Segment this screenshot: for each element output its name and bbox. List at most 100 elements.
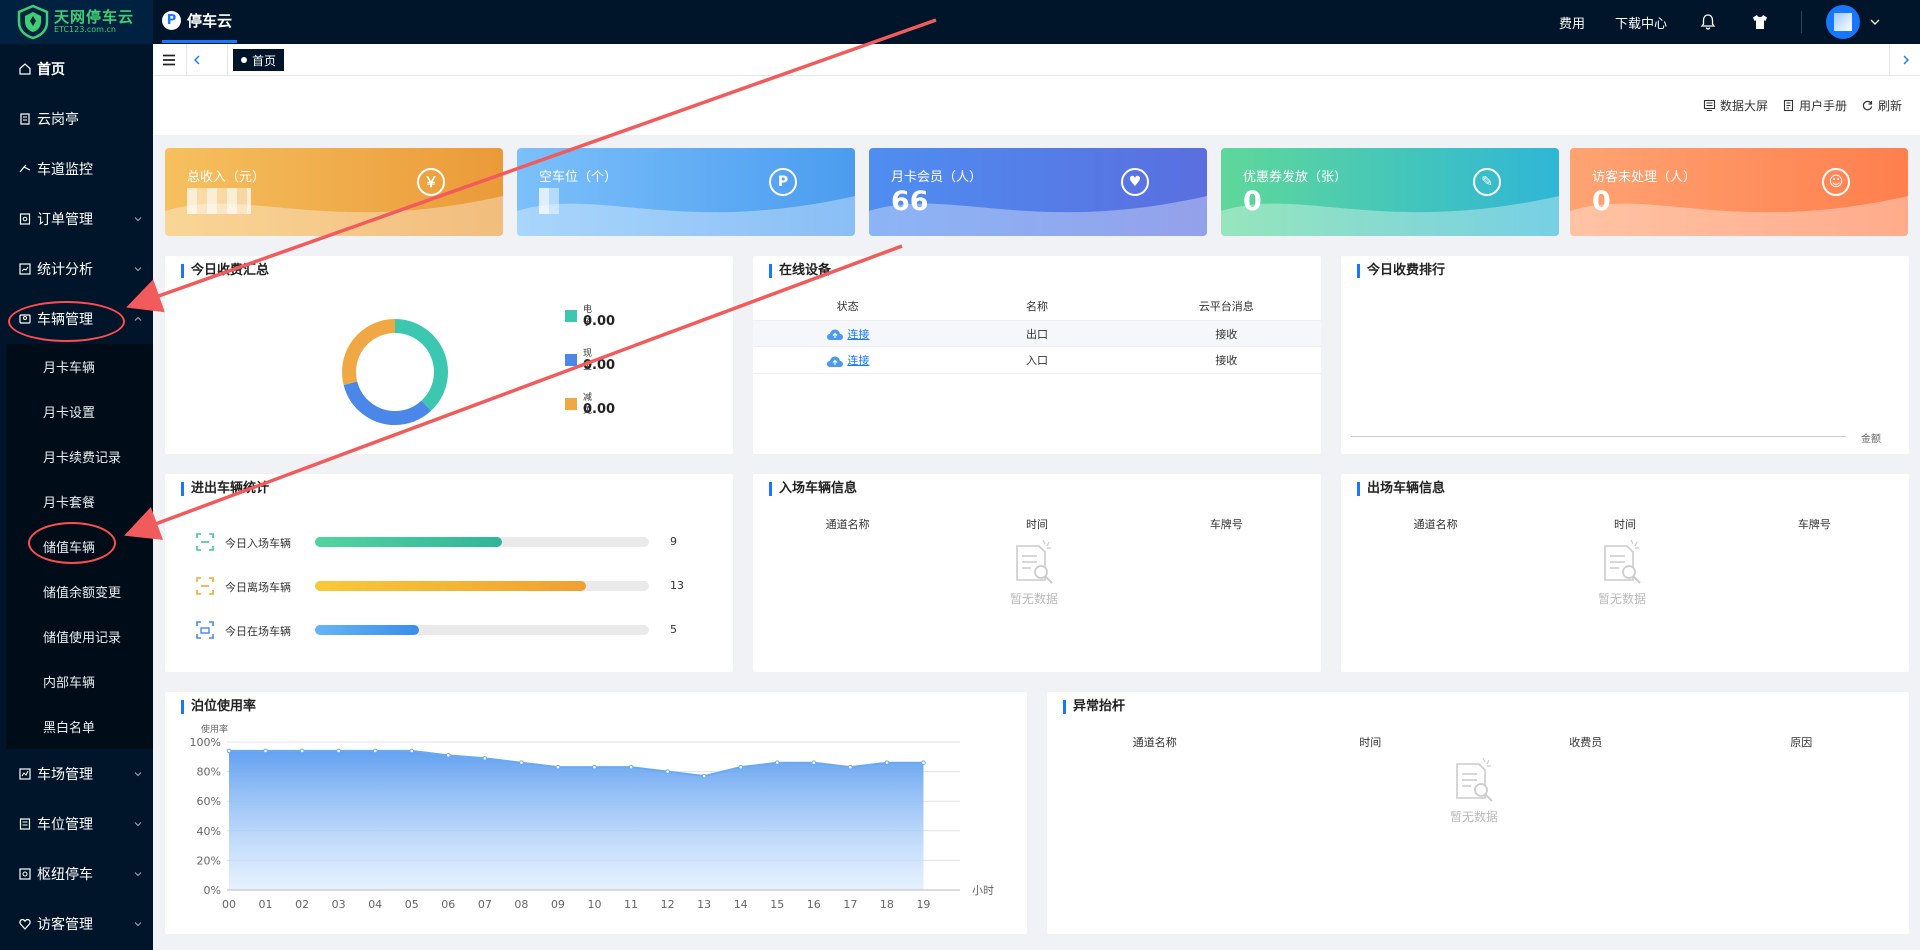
device-status-cell[interactable]: 连接 (753, 352, 942, 368)
chevron-right-icon[interactable] (1900, 50, 1912, 70)
scan-car-icon (196, 621, 214, 639)
sidebar-item-vehicle-management[interactable]: 车辆管理 (0, 294, 153, 344)
chevron-down-icon (134, 217, 142, 222)
submenu-monthly-vehicles[interactable]: 月卡车辆 (6, 344, 153, 389)
stat-value: 66 (891, 186, 929, 217)
tab-dot (241, 57, 247, 63)
avatar[interactable] (1826, 5, 1860, 39)
redacted-value (187, 188, 251, 214)
chevron-down-icon (134, 822, 142, 827)
table-row: 连接 出口 接收 (753, 320, 1321, 347)
hub-icon (19, 868, 31, 880)
legend-value: 0.00 (583, 314, 616, 329)
submenu-monthly-renewal-records[interactable]: 月卡续费记录 (6, 434, 153, 479)
order-icon (19, 213, 31, 225)
fee-link[interactable]: 费用 (1559, 13, 1585, 32)
submenu-monthly-packages[interactable]: 月卡套餐 (6, 479, 153, 524)
data-point (409, 748, 415, 754)
refresh-button[interactable]: 刷新 (1861, 97, 1902, 114)
chevron-down-icon (134, 872, 142, 877)
data-point (519, 760, 524, 766)
device-msg-cell: 接收 (1215, 354, 1238, 367)
chevron-up-icon (134, 316, 142, 321)
sidebar-item-label: 云岗亭 (37, 112, 79, 128)
submenu-black-white-list[interactable]: 黑白名单 (6, 704, 153, 749)
panel-title: 进出车辆统计 (181, 482, 269, 496)
sidebar-item-cloud-booth[interactable]: 云岗亭 (0, 94, 153, 144)
data-point (811, 760, 817, 766)
main-content: 首页 数据大屏 用户手册 刷新 总收入（元） ￥ 空车位（个） P 月卡会员（人… (153, 44, 1920, 950)
legend-swatch (565, 354, 577, 366)
data-point (336, 748, 341, 754)
brand-title: 停车云 (187, 12, 233, 30)
empty-document-icon (1456, 757, 1493, 802)
logo[interactable]: 天网停车云 ETC123.com.cn (0, 0, 153, 44)
tab-divider (1889, 44, 1890, 76)
tshirt-theme-icon[interactable] (1749, 11, 1771, 33)
data-point (263, 748, 268, 754)
sidebar-item-parking-lots[interactable]: 车场管理 (0, 749, 153, 799)
flow-count: 9 (670, 535, 677, 548)
empty-text: 暂无数据 (1009, 592, 1058, 606)
sidebar-item-visitors[interactable]: 访客管理 (0, 899, 153, 949)
stat-label: 月卡会员（人） (891, 170, 983, 185)
column-header: 状态 (836, 300, 859, 313)
connect-link[interactable]: 连接 (847, 354, 869, 367)
submenu-stored-value-usage[interactable]: 储值使用记录 (6, 614, 153, 659)
empty-text: 暂无数据 (1597, 592, 1646, 606)
panel-title: 泊位使用率 (181, 700, 256, 714)
submenu-stored-value-vehicles[interactable]: 储值车辆 (6, 524, 153, 569)
chevron-down-icon[interactable] (1870, 17, 1880, 27)
connect-link[interactable]: 连接 (847, 328, 869, 341)
tab-home[interactable]: 首页 (233, 49, 285, 71)
exit-vehicles-panel: 出场车辆信息 通道名称 时间 车牌号 暂无数据 (1341, 474, 1909, 672)
booth-icon (20, 113, 30, 125)
column-header: 时间 (1613, 518, 1636, 531)
empty-state: 暂无数据 (1595, 536, 1649, 607)
table-header: 状态 名称 云平台消息 (753, 298, 1321, 314)
flow-bar-fill (315, 581, 586, 591)
bell-icon[interactable] (1697, 11, 1719, 33)
panel-title: 今日收费排行 (1357, 264, 1445, 278)
submenu-internal-vehicles[interactable]: 内部车辆 (6, 659, 153, 704)
sidebar-item-parking-spaces[interactable]: 车位管理 (0, 799, 153, 849)
action-bar: 数据大屏 用户手册 刷新 (153, 76, 1920, 135)
download-center-link[interactable]: 下载中心 (1615, 13, 1667, 32)
user-manual-button[interactable]: 用户手册 (1782, 97, 1847, 114)
submenu-monthly-settings[interactable]: 月卡设置 (6, 389, 153, 434)
redacted-value (539, 188, 559, 214)
submenu-balance-changes[interactable]: 储值余额变更 (6, 569, 153, 614)
ranking-axis-label: 金额 (1861, 434, 1881, 445)
menu-toggle-icon[interactable] (161, 52, 177, 68)
sidebar-item-hub-parking[interactable]: 枢纽停车 (0, 849, 153, 899)
data-point (555, 764, 561, 770)
y-axis-label: 使用率 (201, 723, 228, 735)
parking-badge-icon: P (162, 11, 181, 30)
sidebar-item-lane-monitor[interactable]: 车道监控 (0, 144, 153, 194)
sidebar-item-label: 首页 (37, 62, 65, 78)
column-header: 时间 (1359, 736, 1382, 749)
sidebar-item-orders[interactable]: 订单管理 (0, 194, 153, 244)
column-header: 时间 (1025, 518, 1048, 531)
occupancy-area-chart: 使用率 0% 20% 40% 60% 80% 100% 00 01 02 03 04 05 06 07 08 0… (190, 723, 994, 911)
heart-icon (19, 918, 31, 930)
vehicle-user-icon (19, 314, 31, 324)
sidebar: 首页 云岗亭 车道监控 订单管理 统计分析 车辆管理 月卡车辆 月卡设置 月卡续… (0, 44, 153, 950)
device-status-cell[interactable]: 连接 (753, 326, 942, 342)
x-tick-label: 17 (843, 898, 857, 911)
table-header: 通道名称 时间 收费员 原因 (1047, 734, 1909, 750)
chevron-left-icon[interactable] (191, 50, 203, 70)
data-screen-button[interactable]: 数据大屏 (1703, 97, 1768, 114)
x-tick-label: 10 (588, 898, 602, 911)
column-header: 车牌号 (1797, 518, 1831, 531)
sidebar-item-home[interactable]: 首页 (0, 44, 153, 94)
x-tick-label: 07 (478, 898, 492, 911)
stat-label: 总收入（元） (187, 170, 266, 185)
income-ranking-panel: 今日收费排行 金额 (1341, 256, 1909, 454)
flow-bar-fill (315, 625, 419, 635)
stat-label: 空车位（个） (539, 170, 618, 185)
brand[interactable]: P 停车云 (162, 10, 232, 31)
sidebar-item-statistics[interactable]: 统计分析 (0, 244, 153, 294)
sidebar-item-label: 订单管理 (37, 212, 93, 228)
vehicle-flow-panel: 进出车辆统计 今日入场车辆 9 今日离场车辆 13 今日在场车辆 5 (165, 474, 733, 672)
